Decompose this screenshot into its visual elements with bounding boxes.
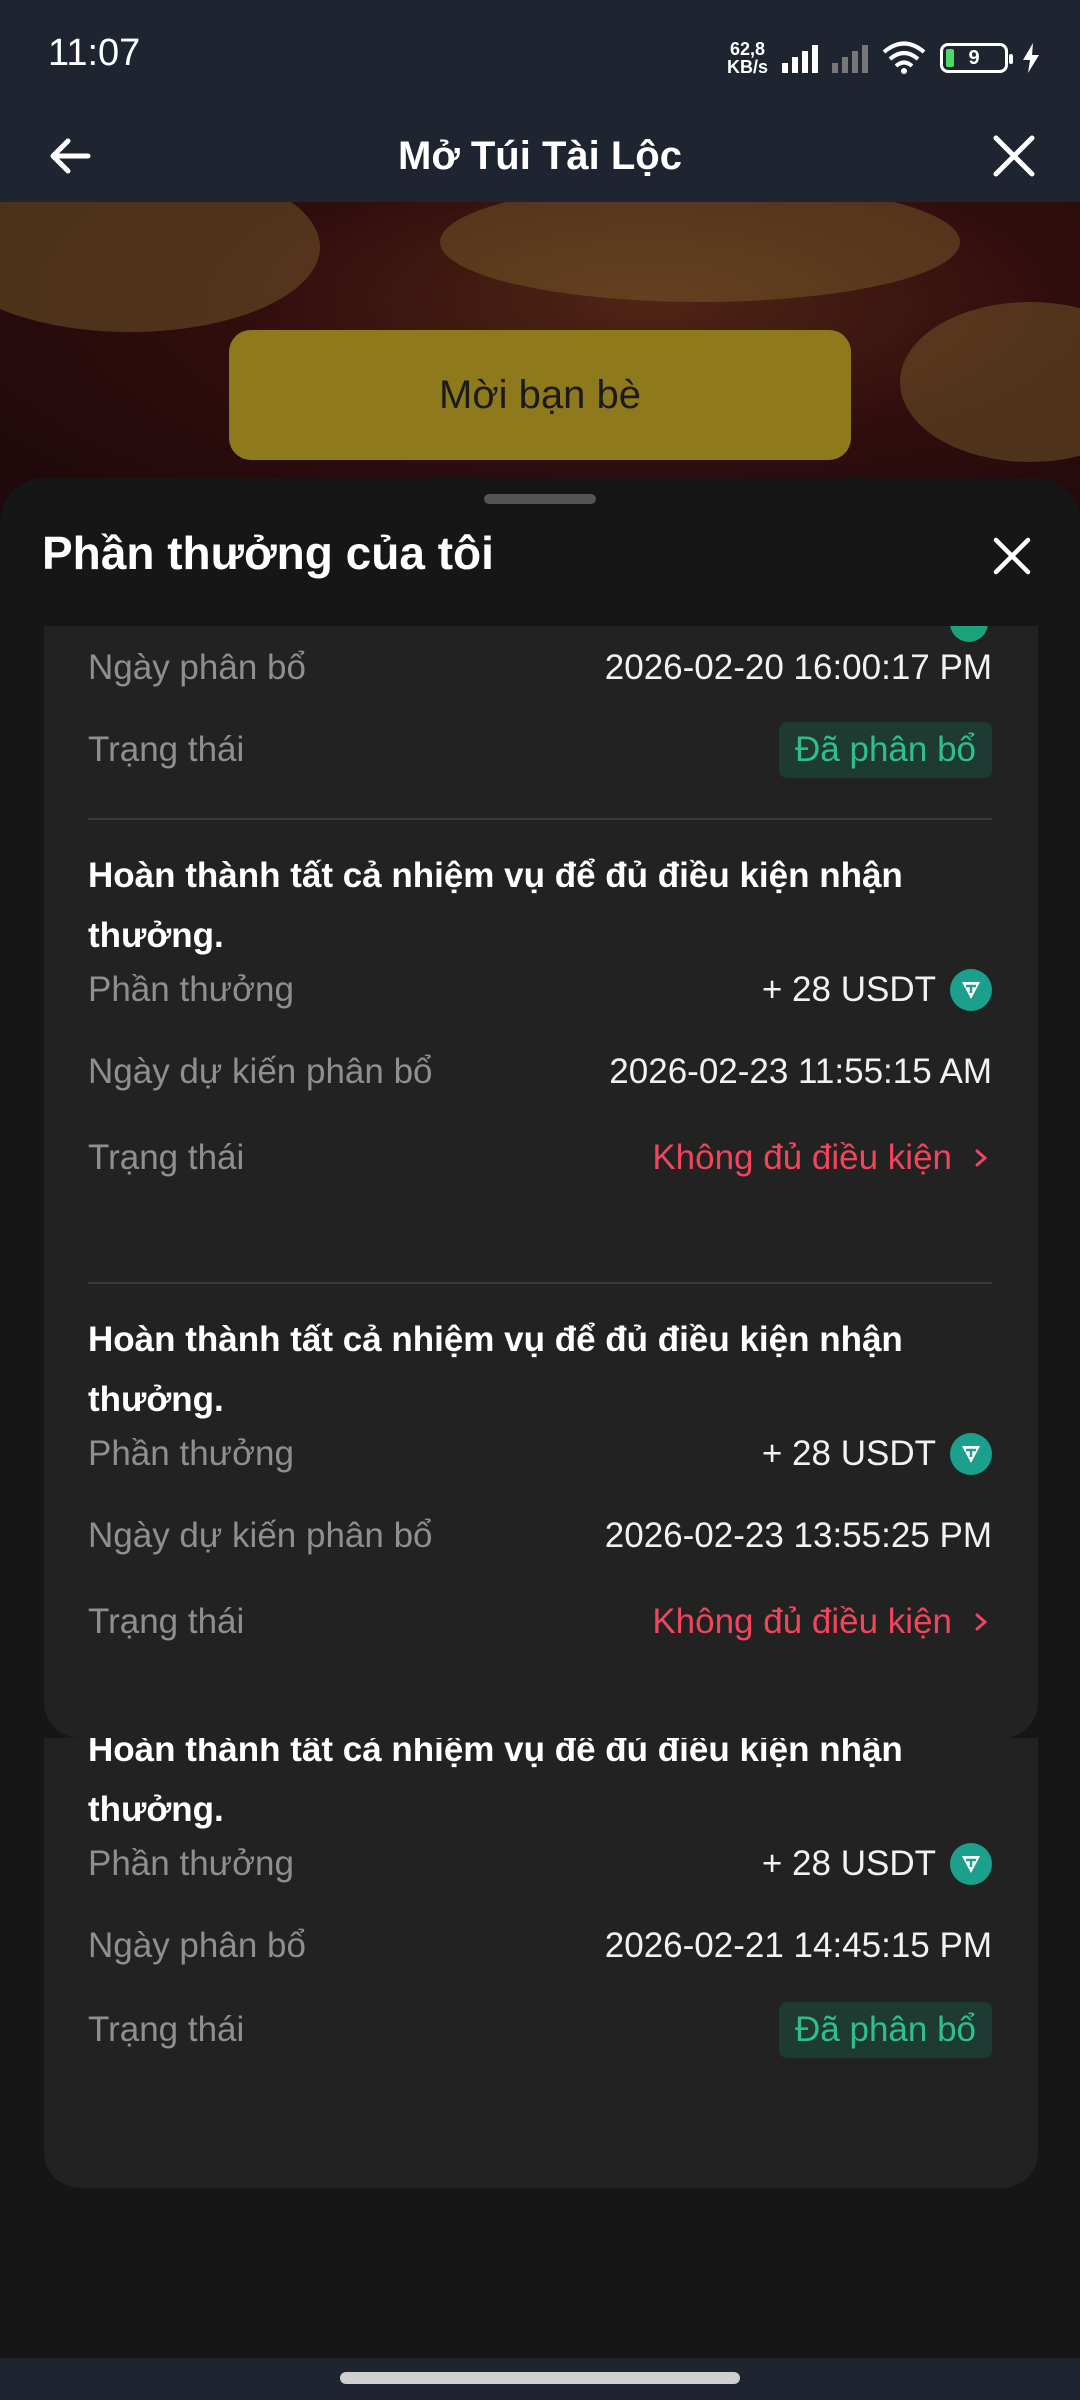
app-header: Mở Túi Tài Lộc (0, 110, 1080, 202)
close-icon[interactable] (988, 532, 1036, 580)
usdt-icon (950, 969, 992, 1011)
task-description: Hoàn thành tất cả nhiệm vụ để đủ điều ki… (88, 856, 903, 955)
top-bar: 11:07 62,8 KB/s 9 Mở Túi Tài Lộc (0, 0, 1080, 202)
task-description: Hoàn thành tất cả nhiệm vụ để đủ điều ki… (88, 1738, 903, 1829)
battery-icon: 9 (940, 43, 1013, 73)
sheet-drag-handle[interactable] (484, 494, 596, 504)
status-link[interactable]: Không đủ điều kiện (652, 1138, 992, 1178)
reward-row: Phần thưởng + 28 USDT (88, 1426, 992, 1482)
wifi-icon (882, 41, 926, 74)
signal-icon (782, 43, 818, 73)
status-row: Trạng thái Đã phân bổ (88, 2002, 992, 2058)
alloc-date-row: Ngày phân bổ 2026-02-21 14:45:15 PM (88, 1926, 992, 1965)
rewards-sheet: Phần thưởng của tôi Ngày phân bổ 2026-02… (0, 478, 1080, 2358)
chevron-right-icon (975, 1149, 988, 1167)
clock: 11:07 (48, 32, 141, 74)
rewards-list: Ngày phân bổ 2026-02-20 16:00:17 PM Trạn… (44, 626, 1038, 1738)
close-icon[interactable] (984, 126, 1044, 186)
status-row[interactable]: Trạng thái Không đủ điều kiện (88, 1130, 992, 1186)
page-title: Mở Túi Tài Lộc (398, 134, 682, 178)
rewards-list-continued: Hoàn thành tất cả nhiệm vụ để đủ điều ki… (44, 1738, 1038, 2188)
chevron-right-icon (975, 1613, 988, 1631)
expected-date-row: Ngày dự kiến phân bổ 2026-02-23 11:55:15… (88, 1052, 992, 1091)
home-gesture-handle[interactable] (340, 2372, 740, 2384)
status-badge: Đã phân bổ (779, 722, 992, 778)
expected-date-row: Ngày dự kiến phân bổ 2026-02-23 13:55:25… (88, 1516, 992, 1555)
status-row: Trạng thái Đã phân bổ (88, 722, 992, 778)
invite-friends-button[interactable]: Mời bạn bè (229, 330, 851, 460)
divider (88, 1282, 992, 1284)
usdt-icon (950, 1433, 992, 1475)
status-row[interactable]: Trạng thái Không đủ điều kiện (88, 1594, 992, 1650)
status-icons: 62,8 KB/s 9 (727, 36, 1040, 80)
usdt-icon (950, 1843, 992, 1885)
reward-row: Phần thưởng + 28 USDT (88, 962, 992, 1018)
charging-icon (1023, 43, 1039, 73)
status-badge: Đã phân bổ (779, 2002, 992, 2058)
reward-row: Phần thưởng + 28 USDT (88, 1836, 992, 1892)
sheet-title: Phần thưởng của tôi (42, 527, 494, 579)
status-link[interactable]: Không đủ điều kiện (652, 1602, 992, 1642)
task-description: Hoàn thành tất cả nhiệm vụ để đủ điều ki… (88, 1320, 903, 1419)
divider (88, 818, 992, 820)
alloc-date-row: Ngày phân bổ 2026-02-20 16:00:17 PM (88, 648, 992, 687)
net-speed: 62,8 KB/s (726, 39, 768, 77)
signal-2-icon (832, 43, 868, 73)
status-bar: 11:07 62,8 KB/s 9 (0, 0, 1080, 110)
